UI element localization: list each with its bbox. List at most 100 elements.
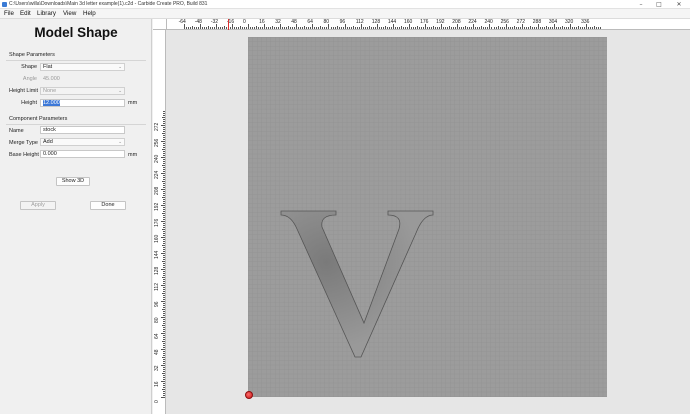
menu-view[interactable]: View [63, 10, 76, 17]
separator [6, 60, 146, 61]
ruler-minor-tick [163, 273, 165, 274]
ruler-label: 320 [564, 19, 574, 25]
ruler-minor-tick [284, 27, 286, 29]
ruler-minor-tick [298, 27, 300, 29]
base-height-field[interactable]: 0.000 [40, 150, 125, 158]
ruler-minor-tick [318, 27, 320, 29]
ruler-label: 224 [154, 170, 160, 179]
ruler-minor-tick [163, 267, 165, 268]
ruler-minor-tick [163, 351, 165, 352]
ruler-minor-tick [163, 201, 165, 202]
horizontal-ruler: -64 -48 -32 -16 0 16 32 48 64 80 96 112 128 144 160 176… [167, 19, 690, 30]
ruler-minor-tick [163, 203, 165, 204]
ruler-minor-tick [163, 247, 165, 248]
ruler-minor-tick [189, 27, 191, 29]
ruler-minor-tick [162, 293, 165, 294]
ruler-minor-tick [163, 281, 165, 282]
ruler-minor-tick [368, 26, 370, 29]
ruler-minor-tick [342, 27, 344, 29]
close-button[interactable]: ✕ [672, 0, 686, 9]
name-field[interactable]: stock [40, 126, 125, 134]
ruler-minor-tick [559, 27, 561, 29]
ruler-label: 208 [452, 19, 461, 25]
ruler-tick [161, 269, 165, 270]
ruler-minor-tick [163, 223, 165, 224]
ruler-minor-tick [316, 27, 318, 29]
maximize-button[interactable]: □ [652, 0, 666, 9]
ruler-minor-tick [445, 27, 447, 29]
ruler-minor-tick [201, 27, 203, 29]
ruler-minor-tick [501, 27, 503, 29]
ruler-minor-tick [370, 27, 372, 29]
ruler-label: 176 [420, 19, 429, 25]
ruler-minor-tick [163, 345, 165, 346]
ruler-minor-tick [163, 339, 165, 340]
ruler-minor-tick [162, 213, 165, 214]
ruler-minor-tick [455, 27, 457, 29]
stock-material[interactable] [248, 37, 607, 397]
ruler-minor-tick [513, 26, 515, 29]
menu-edit[interactable]: Edit [20, 10, 31, 17]
minimize-button[interactable]: – [634, 0, 648, 9]
ruler-minor-tick [163, 217, 165, 218]
ruler-minor-tick [163, 329, 165, 330]
ruler-tick [161, 221, 165, 222]
ruler-minor-tick [497, 26, 499, 29]
merge-type-select[interactable]: Add ⌄ [40, 138, 125, 146]
ruler-label: 144 [387, 19, 397, 25]
ruler-minor-tick [163, 209, 165, 210]
ruler-minor-tick [340, 27, 342, 29]
ruler-minor-tick [163, 225, 165, 226]
ruler-minor-tick [241, 27, 243, 29]
ruler-label: 48 [154, 349, 160, 355]
ruler-tick [161, 125, 165, 126]
menu-help[interactable]: Help [83, 10, 96, 17]
ruler-minor-tick [477, 27, 479, 29]
ruler-minor-tick [163, 145, 165, 146]
ruler-minor-tick [545, 26, 547, 29]
base-height-unit: mm [128, 152, 138, 158]
ruler-minor-tick [519, 27, 521, 29]
done-button[interactable]: Done [90, 201, 126, 210]
ruler-minor-tick [308, 27, 310, 29]
height-limit-label: Height Limit [9, 88, 39, 94]
angle-field: 45.000 [43, 76, 60, 82]
show-3d-button[interactable]: Show 3D [56, 177, 90, 186]
ruler-minor-tick [471, 27, 473, 29]
chevron-down-icon: ⌄ [118, 139, 122, 144]
ruler-tick [161, 189, 165, 190]
menu-library[interactable]: Library [37, 10, 56, 17]
ruler-minor-tick [348, 27, 350, 29]
ruler-tick [161, 173, 165, 174]
menu-file[interactable]: File [4, 10, 14, 17]
ruler-minor-tick [576, 27, 577, 29]
ruler-minor-tick [543, 27, 545, 29]
ruler-minor-tick [250, 27, 251, 29]
ruler-minor-tick [304, 26, 306, 29]
apply-button[interactable]: Apply [20, 201, 56, 210]
height-field[interactable]: 12.000 [40, 99, 125, 107]
shape-select[interactable]: Flat ⌄ [40, 63, 125, 71]
ruler-minor-tick [163, 131, 165, 132]
ruler-minor-tick [219, 27, 221, 29]
ruler-minor-tick [565, 27, 567, 29]
ruler-minor-tick [429, 27, 431, 29]
ruler-minor-tick [163, 313, 165, 314]
ruler-minor-tick [162, 229, 165, 230]
ruler-minor-tick [163, 383, 165, 384]
ruler-label: 128 [371, 19, 381, 25]
ruler-minor-tick [163, 305, 165, 306]
ruler-minor-tick [163, 215, 165, 216]
model-shape-panel: Model Shape Shape Parameters Shape Flat … [0, 19, 152, 414]
panel-title: Model Shape [34, 25, 118, 40]
ruler-minor-tick [600, 27, 602, 29]
ruler-minor-tick [211, 27, 213, 29]
ruler-tick [161, 157, 165, 158]
ruler-minor-tick [163, 159, 165, 160]
ruler-minor-tick [197, 27, 199, 29]
ruler-minor-tick [163, 291, 165, 292]
ruler-minor-tick [435, 27, 437, 29]
ruler-minor-tick [258, 27, 260, 29]
ruler-minor-tick [495, 27, 497, 29]
ruler-minor-tick [539, 27, 541, 29]
